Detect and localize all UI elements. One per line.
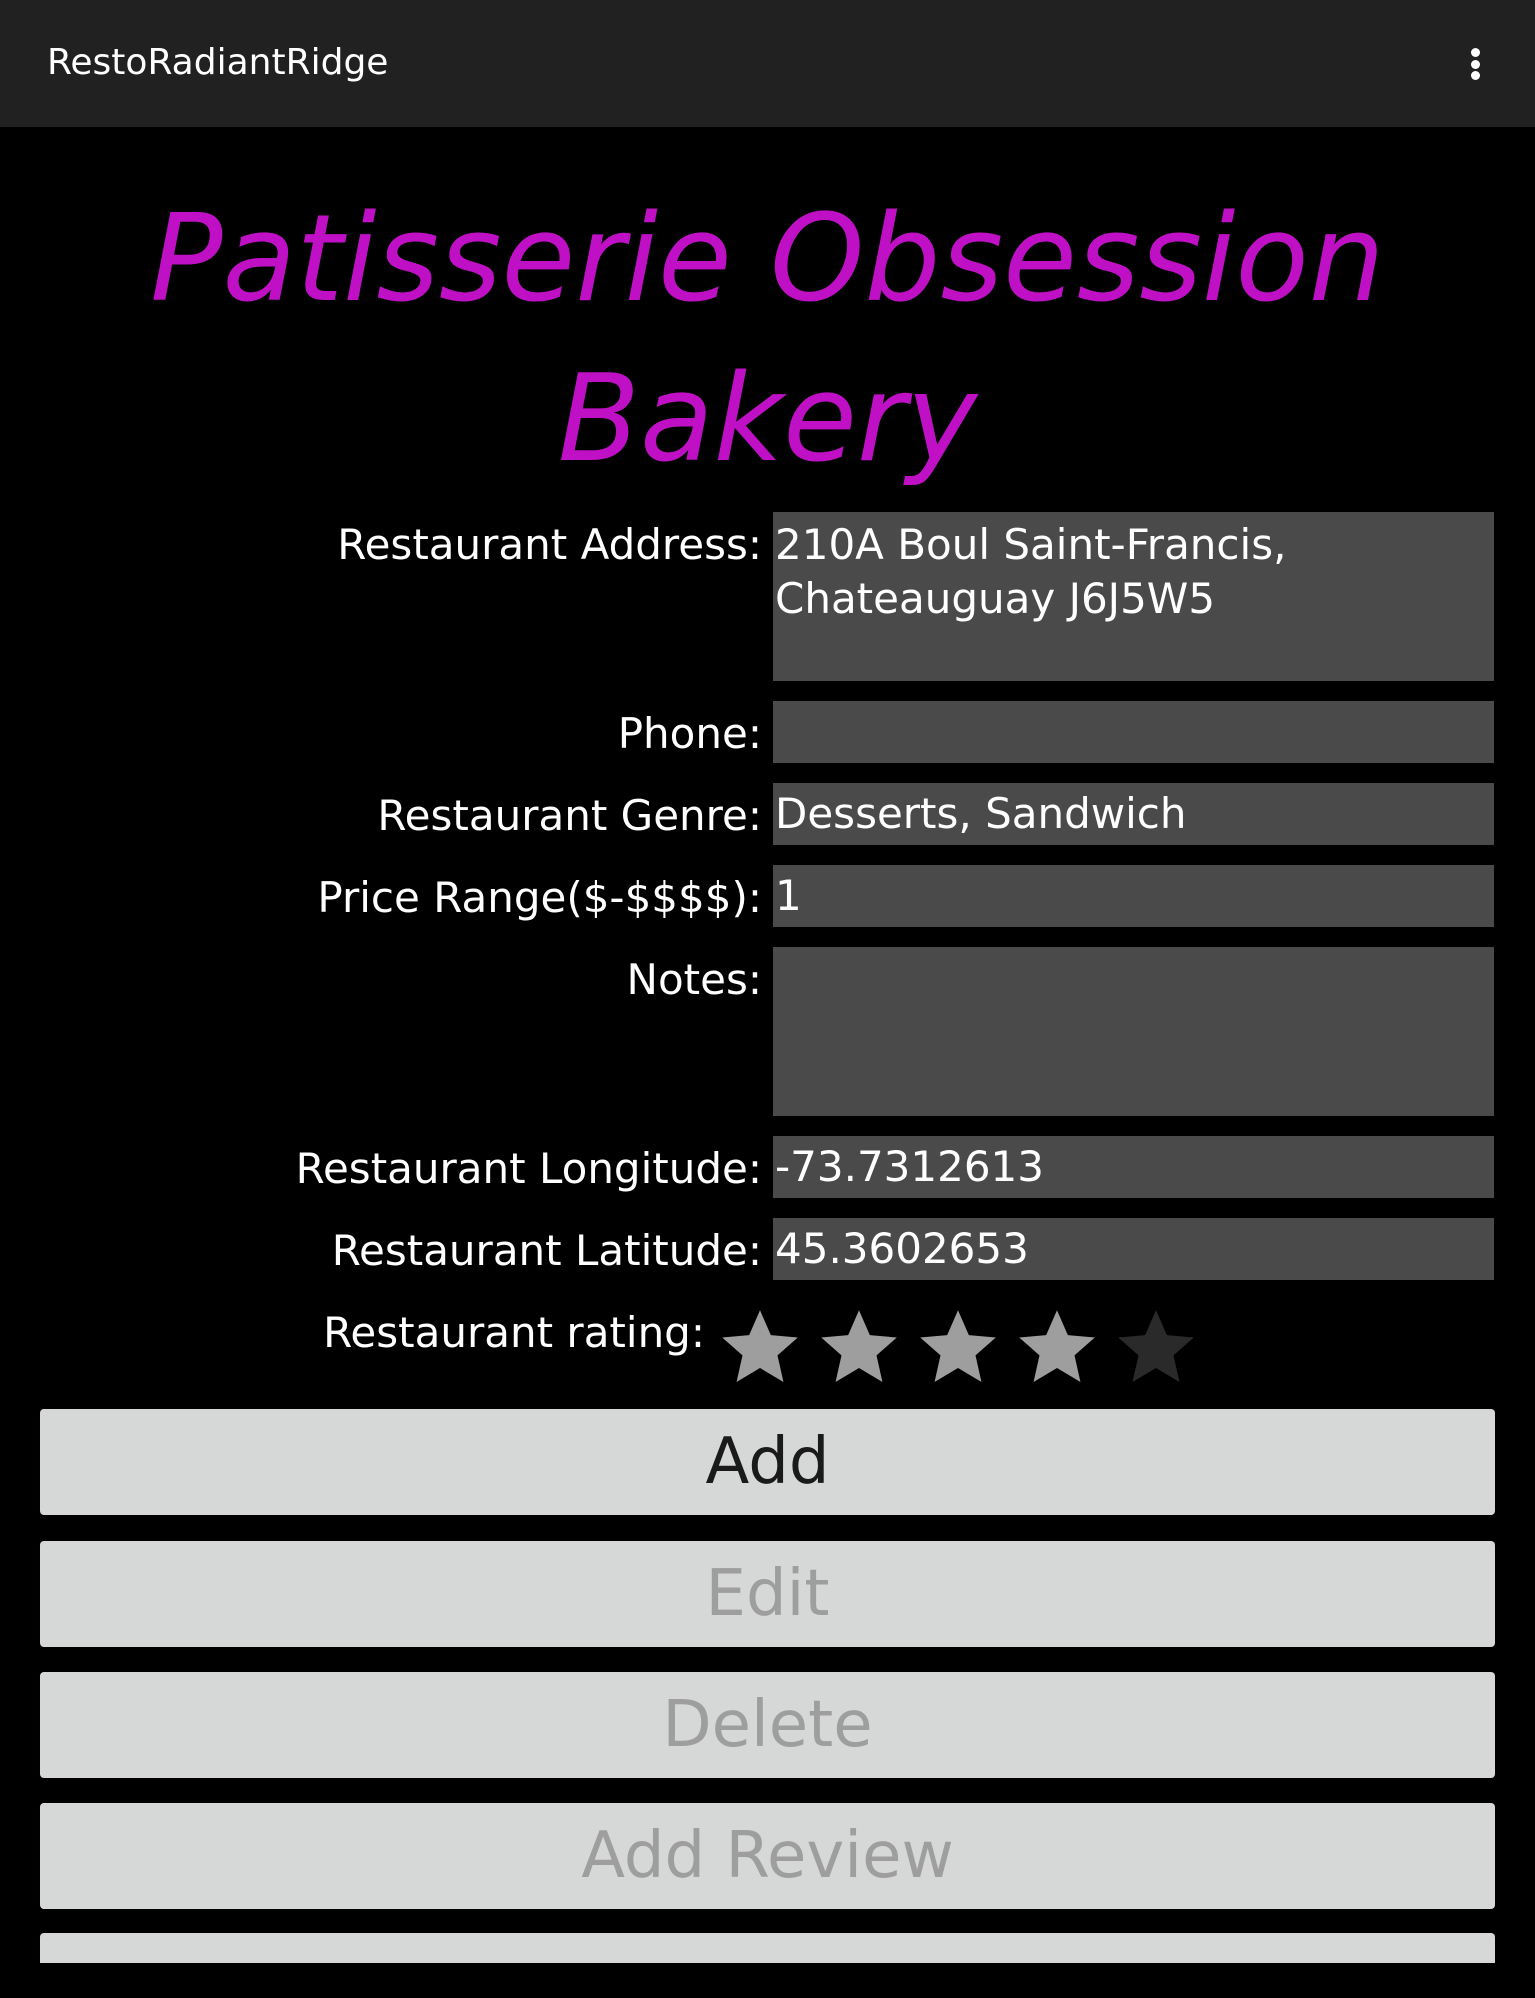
star-icon[interactable] bbox=[817, 1305, 901, 1389]
rating-bar[interactable] bbox=[718, 1305, 1198, 1395]
price-range-field[interactable]: 1 bbox=[773, 865, 1494, 927]
restaurant-name: Patisserie Obsession Bakery bbox=[150, 190, 1385, 489]
genre-field[interactable]: Desserts, Sandwich bbox=[773, 783, 1494, 845]
star-icon[interactable] bbox=[1114, 1305, 1198, 1389]
star-icon[interactable] bbox=[1015, 1305, 1099, 1389]
partially-visible-button[interactable] bbox=[40, 1933, 1495, 1963]
longitude-field[interactable]: -73.7312613 bbox=[773, 1136, 1494, 1198]
latitude-label: Restaurant Latitude: bbox=[331, 1226, 762, 1275]
phone-field[interactable] bbox=[773, 701, 1494, 763]
notes-field[interactable] bbox=[773, 947, 1494, 1116]
price-range-label: Price Range($-$$$$): bbox=[317, 873, 762, 922]
star-icon[interactable] bbox=[916, 1305, 1000, 1389]
star-icon[interactable] bbox=[718, 1305, 802, 1389]
add-button[interactable]: Add bbox=[40, 1409, 1495, 1515]
app-title: RestoRadiantRidge bbox=[47, 42, 389, 83]
latitude-field[interactable]: 45.3602653 bbox=[773, 1218, 1494, 1280]
genre-label: Restaurant Genre: bbox=[377, 791, 762, 840]
phone-label: Phone: bbox=[617, 709, 762, 758]
rating-label: Restaurant rating: bbox=[323, 1308, 705, 1357]
add-review-button[interactable]: Add Review bbox=[40, 1803, 1495, 1909]
bottom-edge bbox=[0, 1963, 1535, 1998]
app-bar: RestoRadiantRidge bbox=[0, 0, 1535, 127]
longitude-label: Restaurant Longitude: bbox=[295, 1144, 762, 1193]
delete-button[interactable]: Delete bbox=[40, 1672, 1495, 1778]
edit-button[interactable]: Edit bbox=[40, 1541, 1495, 1647]
notes-label: Notes: bbox=[626, 955, 762, 1004]
address-label: Restaurant Address: bbox=[337, 520, 762, 569]
more-vert-icon[interactable] bbox=[1460, 40, 1490, 88]
address-field[interactable]: 210A Boul Saint-Francis, Chateauguay J6J… bbox=[773, 512, 1494, 681]
